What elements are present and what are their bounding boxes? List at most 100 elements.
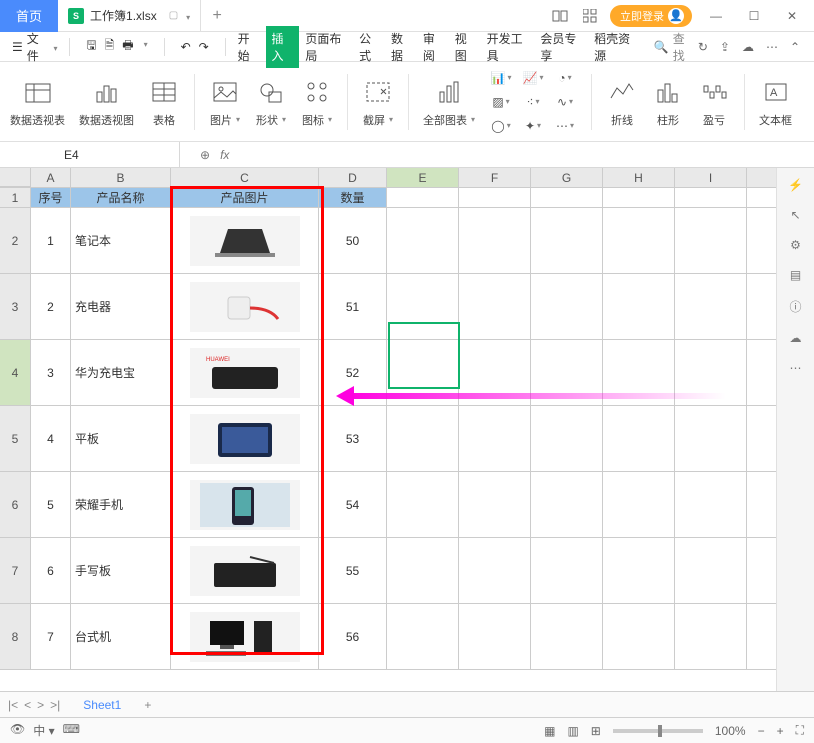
chart-mini-line-icon[interactable]: 📈 xyxy=(521,68,545,88)
row-header-4[interactable]: 4 xyxy=(0,340,31,405)
row-header-7[interactable]: 7 xyxy=(0,538,31,603)
select-all-corner[interactable] xyxy=(0,168,31,187)
chart-mini-more-icon[interactable]: ⋯ xyxy=(553,116,577,136)
col-header-E[interactable]: E xyxy=(387,168,459,187)
col-header-C[interactable]: C xyxy=(171,168,319,187)
cell-product-image[interactable] xyxy=(171,604,319,669)
more-icon[interactable]: ⋯ xyxy=(766,40,778,54)
cell-product-image[interactable] xyxy=(171,274,319,339)
cell-qty[interactable]: 53 xyxy=(319,406,387,471)
cell-B1[interactable]: 产品名称 xyxy=(71,188,171,207)
cell-product-name[interactable]: 荣耀手机 xyxy=(71,472,171,537)
side-settings-icon[interactable]: ⚙ xyxy=(790,238,801,252)
reader-mode-icon[interactable] xyxy=(550,6,570,26)
cell-seq[interactable]: 1 xyxy=(31,208,71,273)
cell-qty[interactable]: 54 xyxy=(319,472,387,537)
search-box[interactable]: 🔍 查找 xyxy=(654,30,694,64)
apps-icon[interactable] xyxy=(580,6,600,26)
col-header-F[interactable]: F xyxy=(459,168,531,187)
textbox-button[interactable]: A 文本框 xyxy=(759,76,792,128)
side-cursor-icon[interactable]: ↖ xyxy=(790,208,800,222)
all-charts-button[interactable]: 全部图表 xyxy=(423,76,475,128)
collapse-ribbon-icon[interactable]: ⌃ xyxy=(790,40,800,54)
cell-product-image[interactable] xyxy=(171,472,319,537)
zoom-icon[interactable]: ⊕ xyxy=(200,148,210,162)
cell-qty[interactable]: 51 xyxy=(319,274,387,339)
print-icon[interactable]: 🖶 xyxy=(122,36,133,57)
close-button[interactable]: ✕ xyxy=(778,2,806,30)
tab-pin-icon[interactable]: ▢ xyxy=(169,10,178,21)
side-help-icon[interactable]: ⓘ xyxy=(789,298,801,315)
cell-seq[interactable]: 2 xyxy=(31,274,71,339)
col-header-A[interactable]: A xyxy=(31,168,71,187)
pivot-chart-button[interactable]: 数据透视图 xyxy=(79,76,134,128)
col-header-H[interactable]: H xyxy=(603,168,675,187)
side-more-icon[interactable]: ⋯ xyxy=(790,361,802,375)
sync-icon[interactable]: ↻ xyxy=(698,40,708,54)
cell-seq[interactable]: 4 xyxy=(31,406,71,471)
cell-qty[interactable]: 52 xyxy=(319,340,387,405)
picture-button[interactable]: 图片 xyxy=(209,76,241,128)
sheet-nav-next[interactable]: > xyxy=(37,698,44,712)
col-header-I[interactable]: I xyxy=(675,168,747,187)
row-header-3[interactable]: 3 xyxy=(0,274,31,339)
sheet-nav-last[interactable]: >| xyxy=(50,698,60,712)
icon-button[interactable]: 图标 xyxy=(301,76,333,128)
cell-product-image[interactable] xyxy=(171,208,319,273)
cell-qty[interactable]: 55 xyxy=(319,538,387,603)
cell-product-name[interactable]: 手写板 xyxy=(71,538,171,603)
file-tab[interactable]: S 工作簿1.xlsx ▢ xyxy=(58,0,201,32)
table-button[interactable]: 表格 xyxy=(148,76,180,128)
chart-mini-stock-icon[interactable]: ∿ xyxy=(553,92,577,112)
cell-product-name[interactable]: 台式机 xyxy=(71,604,171,669)
zoom-in-icon[interactable]: + xyxy=(777,724,784,738)
cell-seq[interactable]: 5 xyxy=(31,472,71,537)
share-icon[interactable]: ⇪ xyxy=(720,40,730,54)
cell-C1[interactable]: 产品图片 xyxy=(171,188,319,207)
cell-D1[interactable]: 数量 xyxy=(319,188,387,207)
row-header-8[interactable]: 8 xyxy=(0,604,31,669)
sheet-nav-prev[interactable]: < xyxy=(24,698,31,712)
cell-qty[interactable]: 56 xyxy=(319,604,387,669)
new-tab-button[interactable]: + xyxy=(201,7,233,25)
tab-resources[interactable]: 稻壳资源 xyxy=(590,26,642,68)
chart-mini-doughnut-icon[interactable]: ◯ xyxy=(489,116,513,136)
cell-seq[interactable]: 3 xyxy=(31,340,71,405)
sparkline-winloss-button[interactable]: 盈亏 xyxy=(698,76,730,128)
cell-product-image[interactable]: HUAWEI xyxy=(171,340,319,405)
zoom-out-icon[interactable]: − xyxy=(758,724,765,738)
status-lang-icon[interactable]: 中 ▾ xyxy=(33,722,54,739)
shape-button[interactable]: 形状 xyxy=(255,76,287,128)
save-icon[interactable]: 🖫 xyxy=(86,36,96,57)
chart-mini-bar-icon[interactable]: 📊 xyxy=(489,68,513,88)
sparkline-column-button[interactable]: 柱形 xyxy=(652,76,684,128)
tab-member[interactable]: 会员专享 xyxy=(536,26,588,68)
view-pagelayout-icon[interactable]: ▥ xyxy=(567,724,578,738)
col-header-B[interactable]: B xyxy=(71,168,171,187)
name-box[interactable]: E4 xyxy=(0,142,180,167)
minimize-button[interactable]: — xyxy=(702,2,730,30)
chart-mini-scatter-icon[interactable]: ⁖ xyxy=(521,92,545,112)
zoom-slider[interactable] xyxy=(613,729,703,733)
cell-A1[interactable]: 序号 xyxy=(31,188,71,207)
cell-product-image[interactable] xyxy=(171,406,319,471)
fullscreen-icon[interactable]: ⛶ xyxy=(796,723,804,738)
row-header-2[interactable]: 2 xyxy=(0,208,31,273)
file-menu[interactable]: ☰ 文件 xyxy=(8,30,61,64)
row-header-1[interactable]: 1 xyxy=(0,188,31,207)
sparkline-line-button[interactable]: 折线 xyxy=(606,76,638,128)
fx-icon[interactable]: fx xyxy=(220,148,229,162)
status-view-icon[interactable]: 👁 xyxy=(10,722,25,739)
redo-icon[interactable]: ↷ xyxy=(199,40,209,54)
cell-product-name[interactable]: 充电器 xyxy=(71,274,171,339)
chart-mini-radar-icon[interactable]: ✦ xyxy=(521,116,545,136)
row-header-6[interactable]: 6 xyxy=(0,472,31,537)
tab-insert[interactable]: 插入 xyxy=(266,26,300,68)
tab-view[interactable]: 视图 xyxy=(451,26,481,68)
tab-start[interactable]: 开始 xyxy=(234,26,264,68)
pivot-table-button[interactable]: 数据透视表 xyxy=(10,76,65,128)
tab-formula[interactable]: 公式 xyxy=(355,26,385,68)
save-as-icon[interactable]: 🗎 xyxy=(105,36,115,57)
cell-product-name[interactable]: 平板 xyxy=(71,406,171,471)
side-rocket-icon[interactable]: ⚡ xyxy=(788,178,803,192)
